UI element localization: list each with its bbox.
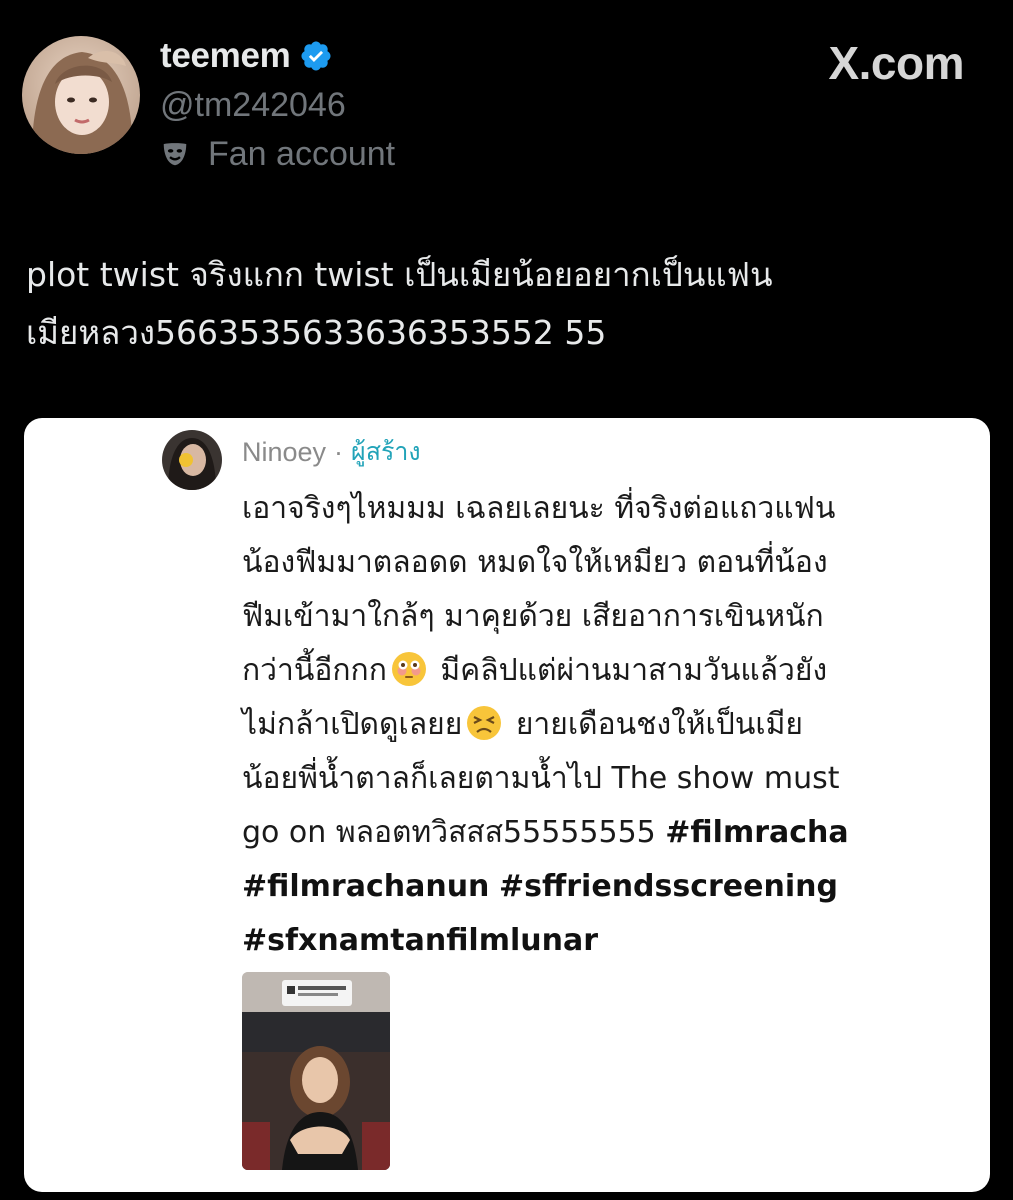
quote-line: #filmrachanun #sffriendsscreening (242, 860, 982, 914)
quote-line-text: go on พลอตทวิสสส55555555 (242, 815, 666, 850)
brand-watermark: X.com (828, 37, 964, 89)
creator-label: ผู้สร้าง (351, 437, 421, 466)
verified-badge-icon (299, 39, 333, 73)
quoted-screenshot-card[interactable]: Ninoey · ผู้สร้าง เอาจริงๆไหมมม เฉลยเลยน… (24, 418, 990, 1192)
tweet-header: teemem @tm242046 Fan account X.com (22, 34, 992, 174)
quote-line: ฟีมเข้ามาใกล้ๆ มาคุยด้วย เสียอาการเขินหน… (242, 590, 982, 644)
tweet-text: plot twist จริงแกก twist เป็นเมียน้อยอยา… (26, 246, 986, 362)
quote-line: ไม่กล้าเปิดดูเลยย ยายเดือนชงให้เป็นเมีย (242, 698, 982, 752)
quote-body: เอาจริงๆไหมมม เฉลยเลยนะ ที่จริงต่อแถวแฟน… (242, 482, 982, 968)
account-label-text: Fan account (208, 134, 396, 173)
quote-line-text: มีคลิปแต่ผ่านมาสามวันแล้วยัง (430, 653, 828, 688)
quote-line: go on พลอตทวิสสส55555555 #filmracha (242, 806, 982, 860)
quote-line-text: น้องฟีมมาตลอดด หมดใจให้เหมียว ตอนที่น้อง (242, 545, 828, 580)
video-thumbnail[interactable] (242, 972, 390, 1170)
quote-line-text: น้อยพี่น้ำตาลก็เลยตามน้ำไป The show must (242, 761, 840, 796)
flushed-face-emoji (391, 651, 427, 687)
persevering-face-emoji (466, 705, 502, 741)
hashtag-link[interactable]: #filmrachanun (242, 869, 489, 904)
account-label: Fan account (160, 132, 395, 176)
hashtag-link[interactable]: #sfxnamtanfilmlunar (242, 923, 598, 958)
quote-line: น้องฟีมมาตลอดด หมดใจให้เหมียว ตอนที่น้อง (242, 536, 982, 590)
author-info: teemem @tm242046 Fan account (160, 34, 395, 176)
quote-line: น้อยพี่น้ำตาลก็เลยตามน้ำไป The show must (242, 752, 982, 806)
quote-header: Ninoey · ผู้สร้าง (242, 432, 421, 472)
tweet-text-line: plot twist จริงแกก twist เป็นเมียน้อยอยา… (26, 255, 773, 294)
quote-line-text: ไม่กล้าเปิดดูเลยย (242, 707, 463, 742)
quote-line: กว่านี้อีกกก มีคลิปแต่ผ่านมาสามวันแล้วยั… (242, 644, 982, 698)
tweet-text-line: เมียหลวง5663535633636353552 55 (26, 313, 607, 352)
quote-line: #sfxnamtanfilmlunar (242, 914, 982, 968)
quote-author-avatar (162, 430, 222, 490)
quote-line-text: กว่านี้อีกกก (242, 653, 387, 688)
author-display-name[interactable]: teemem (160, 36, 291, 76)
quote-line-text: ฟีมเข้ามาใกล้ๆ มาคุยด้วย เสียอาการเขินหน… (242, 599, 824, 634)
author-avatar[interactable] (22, 36, 140, 154)
quote-line-text: ยายเดือนชงให้เป็นเมีย (506, 707, 803, 742)
quote-line-text: เอาจริงๆไหมมม เฉลยเลยนะ ที่จริงต่อแถวแฟน (242, 491, 836, 526)
author-handle[interactable]: @tm242046 (160, 82, 395, 128)
separator-dot: · (334, 436, 344, 467)
hashtag-link[interactable]: #sffriendsscreening (499, 869, 838, 904)
mask-icon (160, 139, 190, 169)
quote-author-name: Ninoey (242, 436, 327, 467)
name-row: teemem (160, 34, 395, 78)
hashtag-link[interactable]: #filmracha (665, 815, 848, 850)
quote-line: เอาจริงๆไหมมม เฉลยเลยนะ ที่จริงต่อแถวแฟน (242, 482, 982, 536)
